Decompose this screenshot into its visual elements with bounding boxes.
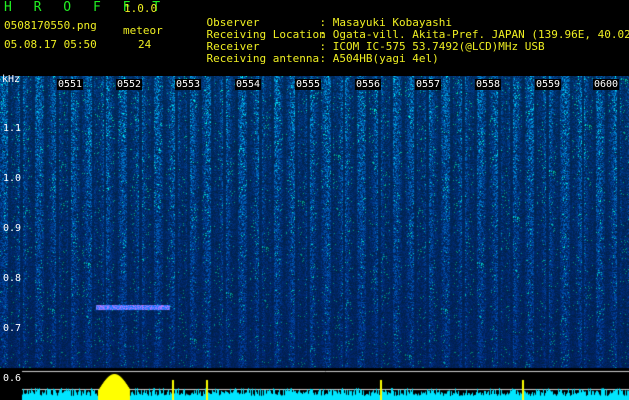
x-tick-label: 0551 [57,79,84,90]
x-tick-label: 0552 [116,79,143,90]
x-tick-label: 0553 [175,79,202,90]
antenna-row: Receiving antenna: A504HB(yagi 4el) [180,41,439,77]
meteor-count: 24 [138,38,152,51]
x-tick-label: 0555 [295,79,322,90]
x-tick-label: 0600 [593,79,620,90]
y-tick-label: 0.6 [2,373,21,384]
y-tick-label: 0.8 [2,273,21,284]
y-tick-label: 0.7 [2,323,21,334]
x-tick-label: 0558 [475,79,502,90]
hrofft-window: H R O F F T 1.0.0 0508170550.png meteor … [0,0,629,400]
y-tick-label: 0.9 [2,223,21,234]
meteor-label: meteor [123,24,163,37]
version-label: 1.0.0 [124,2,158,15]
y-tick-label: 1.0 [2,173,21,184]
antenna-value: : A504HB(yagi 4el) [319,52,439,65]
x-tick-label: 0559 [535,79,562,90]
timestamp-label: 05.08.17 05:50 [4,38,97,51]
antenna-label: Receiving antenna [206,52,320,65]
x-tick-label: 0554 [235,79,262,90]
filename-label: 0508170550.png [4,19,97,32]
x-tick-label: 0557 [415,79,442,90]
y-tick-label: 1.1 [2,123,21,134]
x-tick-label: 0556 [355,79,382,90]
axis-unit-label: kHz [2,74,21,85]
spectrogram [0,76,629,400]
